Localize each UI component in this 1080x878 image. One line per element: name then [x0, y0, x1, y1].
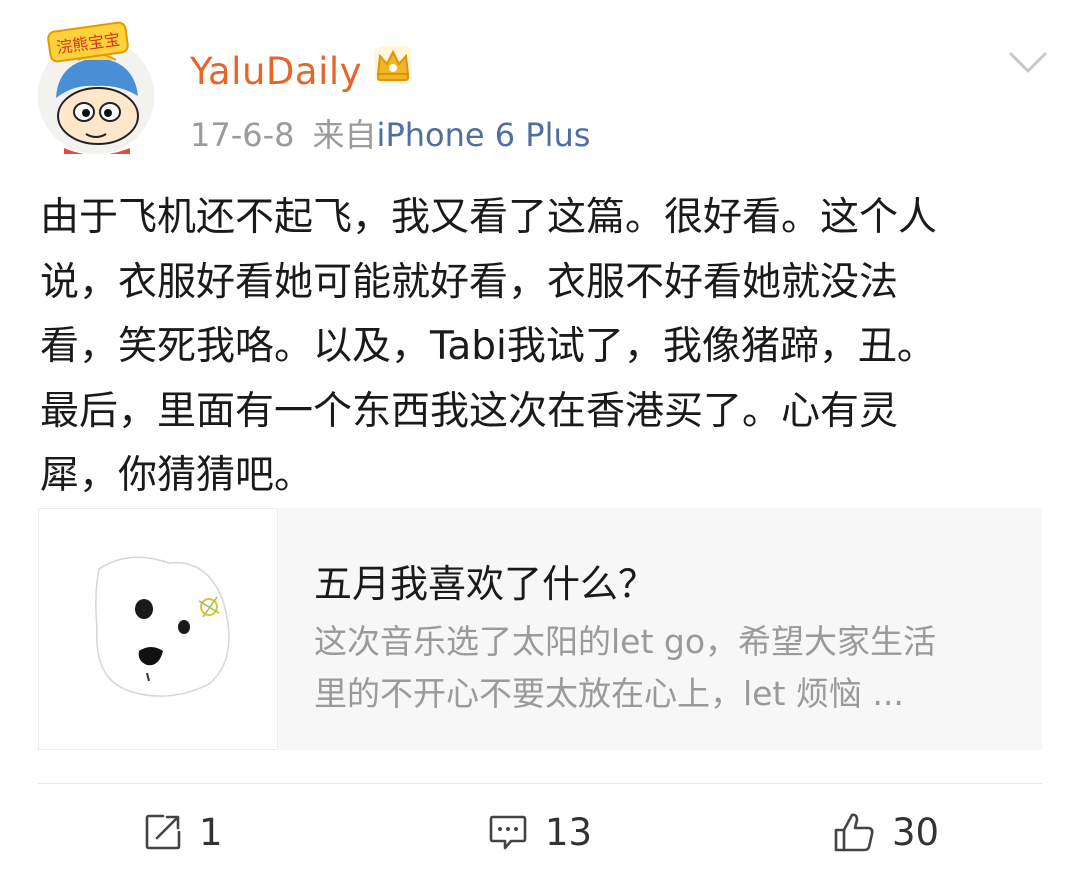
source-prefix: 来自 — [312, 116, 377, 154]
repost-count: 1 — [199, 810, 223, 854]
like-button[interactable]: 30 — [832, 806, 939, 858]
link-card[interactable]: 五月我喜欢了什么？ 这次音乐选了太阳的let go，希望大家生活 里的不开心不要… — [38, 508, 1042, 750]
post-meta: 17-6-8 来自iPhone 6 Plus — [190, 110, 590, 156]
post-header: 浣熊宝宝 YaluDaily 17-6-8 来自iPhone 6 Plus — [0, 0, 1080, 170]
card-description: 这次音乐选了太阳的let go，希望大家生活 里的不开心不要太放在心上，let … — [314, 616, 1024, 720]
repost-button[interactable]: 1 — [143, 806, 223, 858]
post-text-line: 看，笑死我咯。以及，Tabi我试了，我像猪蹄，丑。 — [40, 324, 936, 369]
post-text-line: 犀，你猜猜吧。 — [40, 453, 314, 498]
comment-icon — [489, 815, 527, 850]
source-device-link[interactable]: iPhone 6 Plus — [377, 116, 591, 154]
cat-doodle-image — [95, 556, 230, 697]
chevron-down-icon[interactable] — [1008, 50, 1048, 76]
avatar[interactable]: 浣熊宝宝 — [38, 20, 154, 155]
post-body: 由于飞机还不起飞，我又看了这篇。很好看。这个人 说，衣服好看她可能就好看，衣服不… — [40, 186, 1040, 509]
post-date: 17-6-8 — [190, 116, 295, 154]
comment-button[interactable]: 13 — [487, 806, 592, 858]
card-desc-line: 里的不开心不要太放在心上，let 烦恼 ... — [314, 674, 904, 713]
repost-icon — [145, 814, 181, 850]
comment-count: 13 — [545, 810, 593, 854]
thumbs-up-icon — [834, 813, 874, 852]
card-thumbnail — [38, 508, 278, 750]
card-title: 五月我喜欢了什么？ — [314, 562, 657, 606]
post-text-line: 说，衣服好看她可能就好看，衣服不好看她就没法 — [40, 259, 899, 305]
username[interactable]: YaluDaily — [190, 50, 362, 93]
divider — [38, 783, 1042, 784]
post-text-line: 由于飞机还不起飞，我又看了这篇。很好看。这个人 — [40, 195, 938, 240]
like-count: 30 — [892, 810, 940, 854]
card-desc-line: 这次音乐选了太阳的let go，希望大家生活 — [314, 622, 937, 661]
crown-icon — [374, 46, 412, 84]
post-text-line: 最后，里面有一个东西我这次在香港买了。心有灵 — [40, 388, 899, 434]
